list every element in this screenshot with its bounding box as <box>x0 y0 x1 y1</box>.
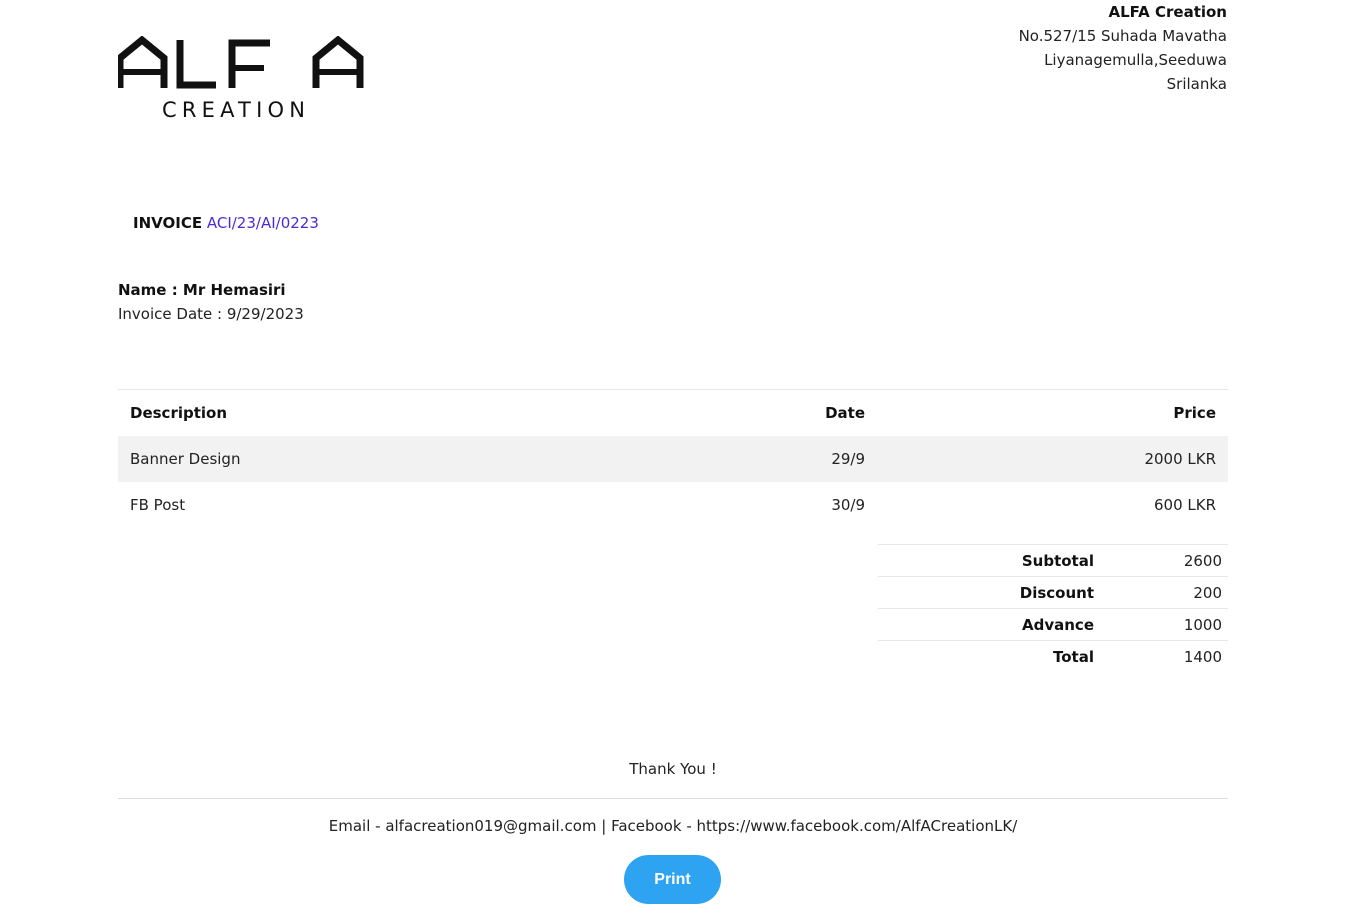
logo-wordmark <box>118 36 364 89</box>
totals-row-subtotal: Subtotal 2600 <box>878 544 1228 576</box>
item-description: Banner Design <box>130 450 241 468</box>
invoice-date: Invoice Date : 9/29/2023 <box>118 305 304 323</box>
footer-divider <box>118 798 1228 799</box>
invoice-label: INVOICE <box>133 214 203 232</box>
totals-value: 1000 <box>1183 615 1222 634</box>
items-table: Description Date Price Banner Design 29/… <box>118 389 1228 528</box>
item-date: 29/9 <box>831 450 865 468</box>
totals-value: 2600 <box>1183 551 1222 570</box>
totals-value: 1400 <box>1183 647 1222 666</box>
table-row: Banner Design 29/9 2000 LKR <box>118 436 1228 482</box>
invoice-page: CREATION ALFA Creation No.527/15 Suhada … <box>0 0 1368 916</box>
company-address: ALFA Creation No.527/15 Suhada Mavatha L… <box>1019 0 1227 96</box>
logo-subtitle: CREATION <box>162 98 311 122</box>
totals-label: Discount <box>1019 583 1094 602</box>
item-price: 2000 LKR <box>1144 450 1216 468</box>
header-description: Description <box>130 404 228 422</box>
header-price: Price <box>1173 404 1216 422</box>
address-country: Srilanka <box>1166 75 1227 93</box>
footer-contact: Email - alfacreation019@gmail.com | Face… <box>328 817 1018 835</box>
totals-row-advance: Advance 1000 <box>878 608 1228 640</box>
thank-you-note: Thank You ! <box>629 760 717 778</box>
invoice-heading: INVOICE ACI/23/AI/0223 <box>133 214 319 232</box>
header-date: Date <box>825 404 865 422</box>
totals-table: Subtotal 2600 Discount 200 Advance 1000 … <box>878 544 1228 672</box>
invoice-number: ACI/23/AI/0223 <box>206 214 319 232</box>
totals-label: Total <box>1053 647 1094 666</box>
table-row: FB Post 30/9 600 LKR <box>118 482 1228 528</box>
totals-value: 200 <box>1193 583 1222 602</box>
customer-info: Name : Mr Hemasiri Invoice Date : 9/29/2… <box>118 278 304 326</box>
company-logo: CREATION <box>118 36 368 126</box>
totals-row-total: Total 1400 <box>878 640 1228 672</box>
address-line-2: Liyanagemulla,Seeduwa <box>1044 51 1227 69</box>
company-name: ALFA Creation <box>1108 3 1227 21</box>
item-description: FB Post <box>130 496 186 514</box>
table-header: Description Date Price <box>118 390 1228 436</box>
address-line-1: No.527/15 Suhada Mavatha <box>1018 27 1227 45</box>
customer-name: Name : Mr Hemasiri <box>118 281 286 299</box>
print-button[interactable]: Print <box>624 855 721 904</box>
totals-label: Subtotal <box>1021 551 1094 570</box>
item-date: 30/9 <box>831 496 865 514</box>
totals-row-discount: Discount 200 <box>878 576 1228 608</box>
totals-label: Advance <box>1022 615 1094 634</box>
item-price: 600 LKR <box>1153 496 1216 514</box>
